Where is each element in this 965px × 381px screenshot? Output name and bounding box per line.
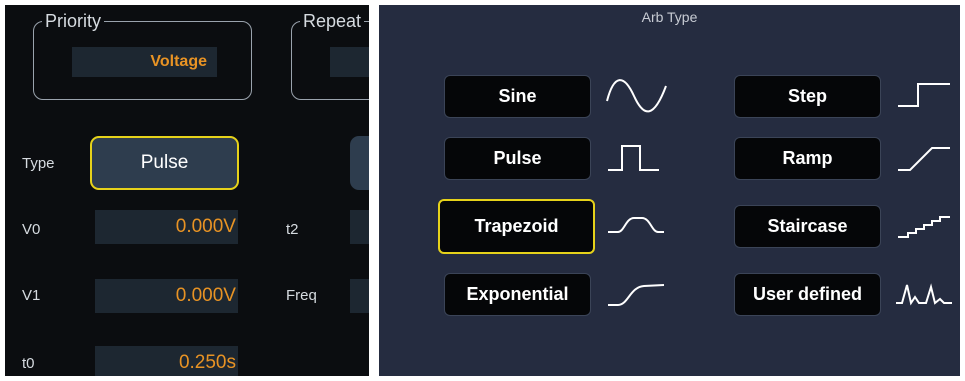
- secondary-button[interactable]: [350, 136, 369, 190]
- arb-step-button[interactable]: Step: [734, 75, 881, 118]
- ramp-wave-icon: [898, 147, 950, 171]
- t0-label: t0: [22, 355, 35, 372]
- v0-field[interactable]: 0.000V: [95, 210, 238, 244]
- staircase-wave-icon: [898, 216, 950, 238]
- type-pulse-button[interactable]: Pulse: [90, 136, 239, 190]
- pulse-wave-icon: [608, 145, 659, 171]
- exponential-wave-icon: [608, 284, 665, 306]
- arb-type-title: Arb Type: [641, 9, 698, 25]
- user-defined-wave-icon: [896, 283, 952, 306]
- arb-pulse-button[interactable]: Pulse: [444, 137, 591, 180]
- repeat-group: Repeat: [291, 10, 369, 100]
- arb-staircase-button[interactable]: Staircase: [734, 205, 881, 248]
- t0-field[interactable]: 0.250s: [95, 346, 238, 376]
- step-wave-icon: [898, 83, 950, 107]
- v1-field[interactable]: 0.000V: [95, 279, 238, 313]
- repeat-label: Repeat: [300, 10, 365, 32]
- t2-label: t2: [286, 221, 299, 238]
- repeat-select[interactable]: [330, 47, 369, 77]
- arb-trapezoid-button[interactable]: Trapezoid: [438, 199, 595, 254]
- priority-group: Priority Voltage: [33, 10, 252, 100]
- freq-field[interactable]: [350, 279, 369, 313]
- priority-label: Priority: [42, 10, 105, 32]
- t2-field[interactable]: [350, 210, 369, 244]
- arb-sine-button[interactable]: Sine: [444, 75, 591, 118]
- sine-wave-icon: [606, 79, 667, 113]
- arb-user-defined-button[interactable]: User defined: [734, 273, 881, 316]
- pulse-settings-panel: Priority Voltage Repeat Type Pulse V0 0.…: [5, 5, 369, 376]
- arb-ramp-button[interactable]: Ramp: [734, 137, 881, 180]
- v0-label: V0: [22, 221, 41, 238]
- trapezoid-wave-icon: [608, 217, 664, 233]
- v1-label: V1: [22, 287, 41, 304]
- arb-type-panel: Arb Type Sine Pulse Trapezoid Exponentia…: [379, 5, 960, 376]
- freq-label: Freq: [286, 287, 317, 304]
- type-label: Type: [22, 155, 55, 172]
- priority-select[interactable]: Voltage: [72, 47, 217, 77]
- arb-exponential-button[interactable]: Exponential: [444, 273, 591, 316]
